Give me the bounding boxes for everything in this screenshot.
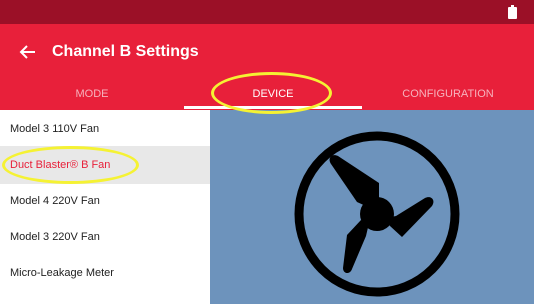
back-button[interactable] xyxy=(18,38,46,66)
tab-mode[interactable]: MODE xyxy=(0,80,184,110)
fan-icon xyxy=(294,131,460,297)
list-item-model-4-220v-fan[interactable]: Model 4 220V Fan xyxy=(0,182,210,220)
status-bar xyxy=(0,0,534,24)
app-bar: Channel B Settings xyxy=(0,24,534,80)
page-title: Channel B Settings xyxy=(52,43,199,60)
list-item-model-3-110v-fan[interactable]: Model 3 110V Fan xyxy=(0,110,210,148)
battery-icon xyxy=(508,5,517,19)
tab-configuration[interactable]: CONFIGURATION xyxy=(362,80,534,110)
list-item-micro-leakage-meter[interactable]: Micro-Leakage Meter xyxy=(0,254,210,292)
device-list: Model 3 110V Fan Duct Blaster® B Fan Mod… xyxy=(0,110,210,304)
list-item-model-3-220v-fan[interactable]: Model 3 220V Fan xyxy=(0,218,210,256)
active-tab-indicator xyxy=(184,106,362,109)
arrow-left-icon xyxy=(19,45,35,59)
list-item-duct-blaster-b-fan[interactable]: Duct Blaster® B Fan xyxy=(0,146,210,184)
